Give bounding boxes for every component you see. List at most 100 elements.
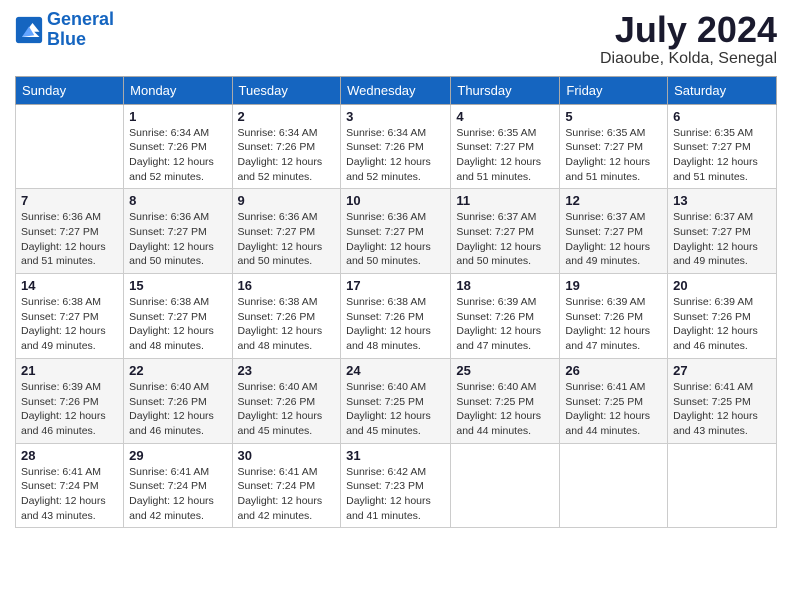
weekday-header-tuesday: Tuesday	[232, 76, 341, 104]
day-info: Sunrise: 6:36 AM Sunset: 7:27 PM Dayligh…	[238, 210, 336, 269]
calendar-cell: 30 Sunrise: 6:41 AM Sunset: 7:24 PM Dayli…	[232, 443, 341, 528]
day-number: 22	[129, 363, 226, 378]
day-info: Sunrise: 6:34 AM Sunset: 7:26 PM Dayligh…	[238, 126, 336, 185]
calendar-cell: 14 Sunrise: 6:38 AM Sunset: 7:27 PM Dayli…	[16, 274, 124, 359]
calendar-cell	[451, 443, 560, 528]
day-info: Sunrise: 6:34 AM Sunset: 7:26 PM Dayligh…	[129, 126, 226, 185]
day-info: Sunrise: 6:36 AM Sunset: 7:27 PM Dayligh…	[129, 210, 226, 269]
day-number: 11	[456, 193, 554, 208]
day-number: 26	[565, 363, 662, 378]
day-number: 6	[673, 109, 771, 124]
weekday-header-wednesday: Wednesday	[341, 76, 451, 104]
weekday-header-sunday: Sunday	[16, 76, 124, 104]
calendar-cell: 13 Sunrise: 6:37 AM Sunset: 7:27 PM Dayli…	[668, 189, 777, 274]
day-number: 5	[565, 109, 662, 124]
day-number: 14	[21, 278, 118, 293]
logo-text: General Blue	[47, 10, 114, 50]
calendar-cell: 1 Sunrise: 6:34 AM Sunset: 7:26 PM Daylig…	[124, 104, 232, 189]
day-info: Sunrise: 6:39 AM Sunset: 7:26 PM Dayligh…	[565, 295, 662, 354]
calendar-cell	[668, 443, 777, 528]
day-number: 15	[129, 278, 226, 293]
calendar-cell: 16Sunrise: 6:38 AM Sunset: 7:26 PM Dayli…	[232, 274, 341, 359]
calendar-cell: 6Sunrise: 6:35 AM Sunset: 7:27 PM Daylig…	[668, 104, 777, 189]
logo-line2: Blue	[47, 29, 86, 49]
weekday-header-saturday: Saturday	[668, 76, 777, 104]
calendar-cell: 2 Sunrise: 6:34 AM Sunset: 7:26 PM Daylig…	[232, 104, 341, 189]
calendar-cell: 11 Sunrise: 6:37 AM Sunset: 7:27 PM Dayli…	[451, 189, 560, 274]
day-number: 12	[565, 193, 662, 208]
weekday-header-row: SundayMondayTuesdayWednesdayThursdayFrid…	[16, 76, 777, 104]
day-info: Sunrise: 6:38 AM Sunset: 7:27 PM Dayligh…	[129, 295, 226, 354]
day-info: Sunrise: 6:39 AM Sunset: 7:26 PM Dayligh…	[21, 380, 118, 439]
day-info: Sunrise: 6:42 AM Sunset: 7:23 PM Dayligh…	[346, 465, 445, 524]
logo: General Blue	[15, 10, 114, 50]
calendar-table: SundayMondayTuesdayWednesdayThursdayFrid…	[15, 76, 777, 529]
page-header: General Blue July 2024 Diaoube, Kolda, S…	[15, 10, 777, 68]
calendar-cell: 18 Sunrise: 6:39 AM Sunset: 7:26 PM Dayli…	[451, 274, 560, 359]
calendar-cell: 21 Sunrise: 6:39 AM Sunset: 7:26 PM Dayli…	[16, 358, 124, 443]
day-info: Sunrise: 6:34 AM Sunset: 7:26 PM Dayligh…	[346, 126, 445, 185]
day-info: Sunrise: 6:41 AM Sunset: 7:25 PM Dayligh…	[565, 380, 662, 439]
calendar-cell: 4 Sunrise: 6:35 AM Sunset: 7:27 PM Daylig…	[451, 104, 560, 189]
day-number: 1	[129, 109, 226, 124]
calendar-cell: 9Sunrise: 6:36 AM Sunset: 7:27 PM Daylig…	[232, 189, 341, 274]
day-info: Sunrise: 6:36 AM Sunset: 7:27 PM Dayligh…	[346, 210, 445, 269]
calendar-week-row: 1 Sunrise: 6:34 AM Sunset: 7:26 PM Daylig…	[16, 104, 777, 189]
day-number: 21	[21, 363, 118, 378]
calendar-week-row: 21 Sunrise: 6:39 AM Sunset: 7:26 PM Dayli…	[16, 358, 777, 443]
calendar-cell: 5 Sunrise: 6:35 AM Sunset: 7:27 PM Daylig…	[560, 104, 668, 189]
calendar-cell: 28 Sunrise: 6:41 AM Sunset: 7:24 PM Dayli…	[16, 443, 124, 528]
month-year-title: July 2024	[600, 10, 777, 50]
day-info: Sunrise: 6:40 AM Sunset: 7:25 PM Dayligh…	[346, 380, 445, 439]
calendar-cell: 12Sunrise: 6:37 AM Sunset: 7:27 PM Dayli…	[560, 189, 668, 274]
day-number: 18	[456, 278, 554, 293]
day-number: 24	[346, 363, 445, 378]
calendar-cell: 22 Sunrise: 6:40 AM Sunset: 7:26 PM Dayli…	[124, 358, 232, 443]
day-number: 13	[673, 193, 771, 208]
logo-icon	[15, 16, 43, 44]
day-info: Sunrise: 6:37 AM Sunset: 7:27 PM Dayligh…	[456, 210, 554, 269]
calendar-week-row: 14 Sunrise: 6:38 AM Sunset: 7:27 PM Dayli…	[16, 274, 777, 359]
day-info: Sunrise: 6:41 AM Sunset: 7:24 PM Dayligh…	[129, 465, 226, 524]
calendar-cell: 23 Sunrise: 6:40 AM Sunset: 7:26 PM Dayli…	[232, 358, 341, 443]
calendar-cell: 8Sunrise: 6:36 AM Sunset: 7:27 PM Daylig…	[124, 189, 232, 274]
day-number: 3	[346, 109, 445, 124]
day-info: Sunrise: 6:39 AM Sunset: 7:26 PM Dayligh…	[673, 295, 771, 354]
weekday-header-friday: Friday	[560, 76, 668, 104]
calendar-cell: 10 Sunrise: 6:36 AM Sunset: 7:27 PM Dayli…	[341, 189, 451, 274]
day-info: Sunrise: 6:41 AM Sunset: 7:24 PM Dayligh…	[21, 465, 118, 524]
calendar-cell	[560, 443, 668, 528]
day-info: Sunrise: 6:37 AM Sunset: 7:27 PM Dayligh…	[673, 210, 771, 269]
day-number: 29	[129, 448, 226, 463]
day-number: 2	[238, 109, 336, 124]
day-number: 30	[238, 448, 336, 463]
day-number: 4	[456, 109, 554, 124]
title-block: July 2024 Diaoube, Kolda, Senegal	[600, 10, 777, 68]
day-info: Sunrise: 6:35 AM Sunset: 7:27 PM Dayligh…	[565, 126, 662, 185]
day-number: 28	[21, 448, 118, 463]
calendar-cell	[16, 104, 124, 189]
day-number: 23	[238, 363, 336, 378]
day-info: Sunrise: 6:35 AM Sunset: 7:27 PM Dayligh…	[456, 126, 554, 185]
calendar-week-row: 28 Sunrise: 6:41 AM Sunset: 7:24 PM Dayli…	[16, 443, 777, 528]
calendar-cell: 19Sunrise: 6:39 AM Sunset: 7:26 PM Dayli…	[560, 274, 668, 359]
day-info: Sunrise: 6:36 AM Sunset: 7:27 PM Dayligh…	[21, 210, 118, 269]
day-number: 10	[346, 193, 445, 208]
calendar-cell: 27Sunrise: 6:41 AM Sunset: 7:25 PM Dayli…	[668, 358, 777, 443]
calendar-cell: 3 Sunrise: 6:34 AM Sunset: 7:26 PM Daylig…	[341, 104, 451, 189]
calendar-cell: 24 Sunrise: 6:40 AM Sunset: 7:25 PM Dayli…	[341, 358, 451, 443]
day-number: 27	[673, 363, 771, 378]
location-subtitle: Diaoube, Kolda, Senegal	[600, 50, 777, 68]
day-info: Sunrise: 6:40 AM Sunset: 7:26 PM Dayligh…	[129, 380, 226, 439]
calendar-cell: 26 Sunrise: 6:41 AM Sunset: 7:25 PM Dayli…	[560, 358, 668, 443]
calendar-cell: 15 Sunrise: 6:38 AM Sunset: 7:27 PM Dayli…	[124, 274, 232, 359]
day-info: Sunrise: 6:39 AM Sunset: 7:26 PM Dayligh…	[456, 295, 554, 354]
day-number: 31	[346, 448, 445, 463]
day-info: Sunrise: 6:41 AM Sunset: 7:24 PM Dayligh…	[238, 465, 336, 524]
day-info: Sunrise: 6:40 AM Sunset: 7:26 PM Dayligh…	[238, 380, 336, 439]
logo-line1: General	[47, 9, 114, 29]
day-info: Sunrise: 6:38 AM Sunset: 7:27 PM Dayligh…	[21, 295, 118, 354]
calendar-cell: 29 Sunrise: 6:41 AM Sunset: 7:24 PM Dayli…	[124, 443, 232, 528]
calendar-cell: 17Sunrise: 6:38 AM Sunset: 7:26 PM Dayli…	[341, 274, 451, 359]
day-info: Sunrise: 6:38 AM Sunset: 7:26 PM Dayligh…	[238, 295, 336, 354]
